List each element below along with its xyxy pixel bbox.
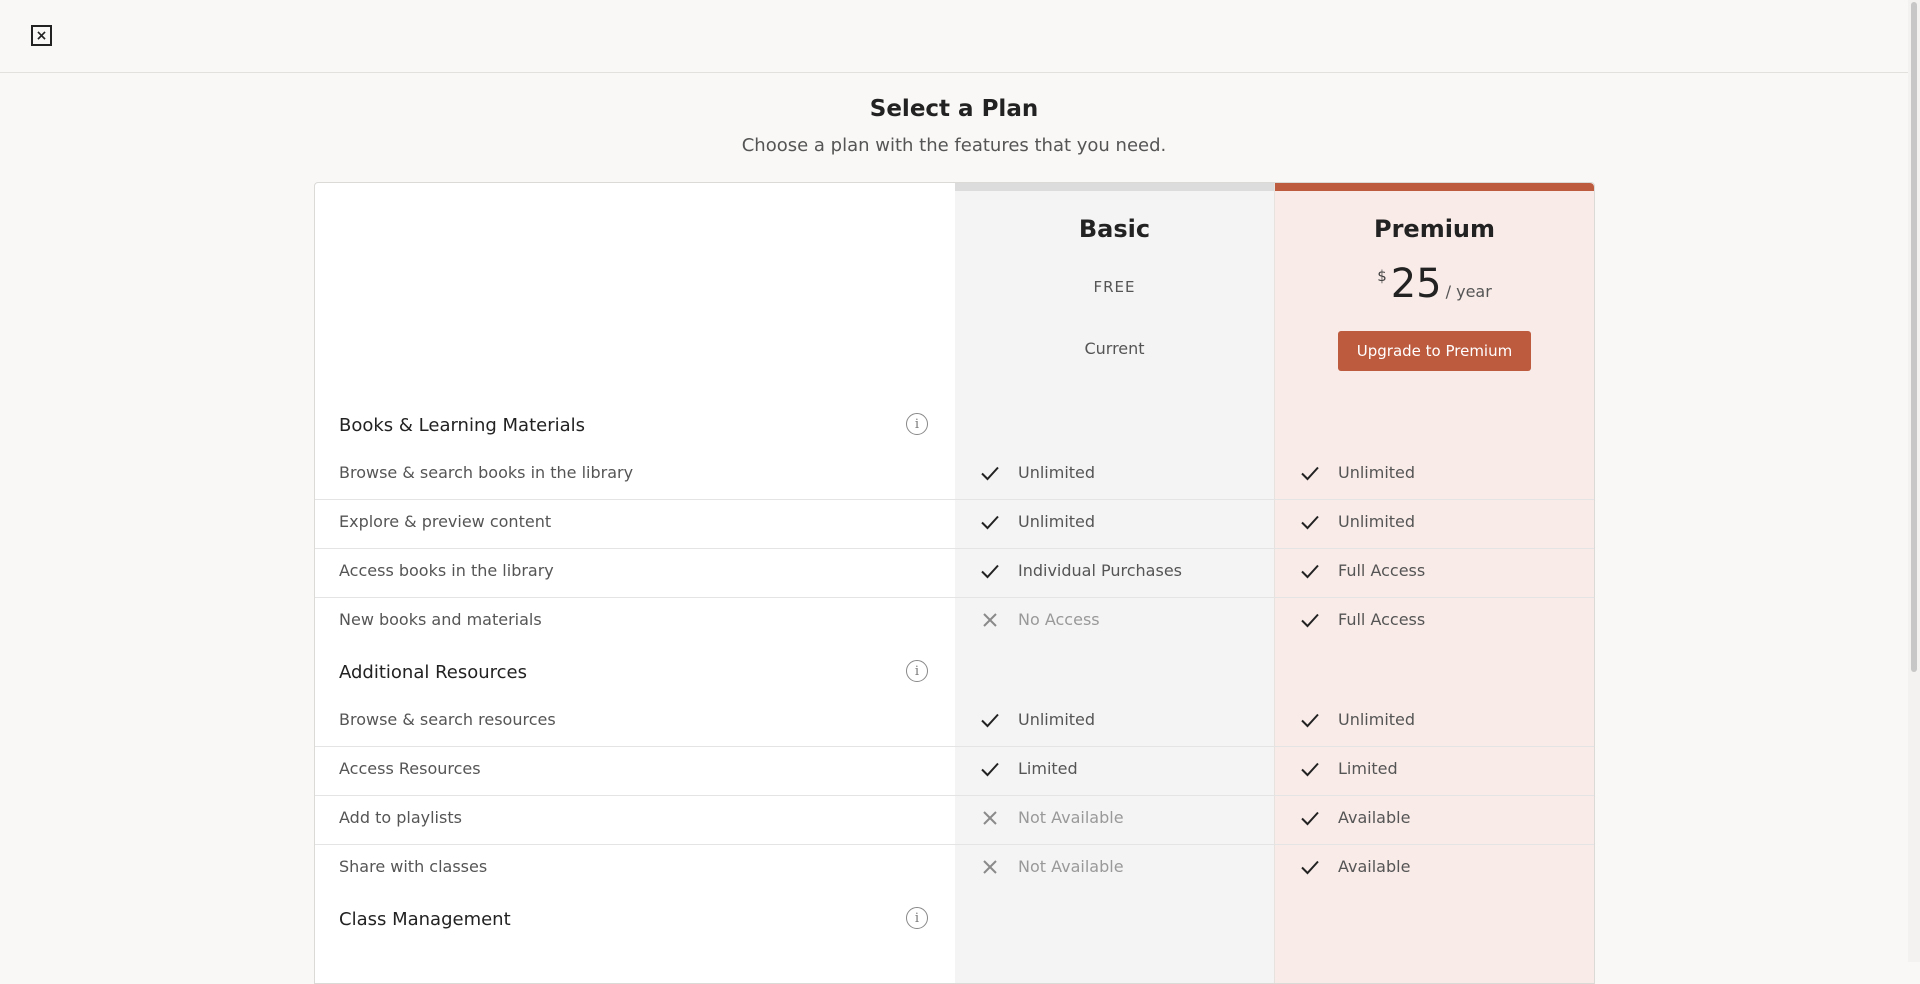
- feature-label: Access books in the library: [339, 561, 554, 580]
- premium-feature-cell: Full Access: [1275, 597, 1594, 646]
- price-amount: 25: [1390, 261, 1442, 307]
- basic-feature-cell: Not Available: [955, 795, 1274, 844]
- x-icon: [983, 811, 997, 825]
- basic-plan-price: FREE: [1093, 278, 1136, 296]
- basic-feature-value: No Access: [1018, 610, 1100, 629]
- feature-label: New books and materials: [339, 610, 542, 629]
- premium-feature-value: Limited: [1338, 759, 1398, 778]
- feature-row: Access books in the library Individual Pu…: [315, 548, 1594, 598]
- basic-feature-value: Limited: [1018, 759, 1078, 778]
- premium-feature-value: Unlimited: [1338, 710, 1416, 729]
- feature-row: Add to playlists Not Available Available: [315, 795, 1594, 845]
- basic-feature-cell: No Access: [955, 597, 1274, 646]
- info-icon[interactable]: i: [906, 660, 928, 682]
- check-icon: [1301, 762, 1319, 777]
- basic-feature-value: Individual Purchases: [1018, 561, 1182, 580]
- info-icon[interactable]: i: [906, 413, 928, 435]
- x-icon: [983, 613, 997, 627]
- close-icon: ×: [35, 27, 48, 44]
- price-currency: $: [1377, 267, 1387, 285]
- basic-feature-value: Unlimited: [1018, 710, 1096, 729]
- feature-row: Explore & preview content Unlimited Unlimi…: [315, 499, 1594, 549]
- premium-plan-accent-bar: [1275, 183, 1594, 191]
- basic-plan-status: Current: [1084, 339, 1145, 358]
- feature-row: New books and materials No Access Full Acc…: [315, 597, 1594, 646]
- feature-label: Browse & search resources: [339, 710, 556, 729]
- basic-feature-value: Unlimited: [1018, 463, 1096, 482]
- info-icon[interactable]: i: [906, 907, 928, 929]
- check-icon: [1301, 466, 1319, 481]
- top-bar: ×: [0, 0, 1908, 73]
- basic-feature-cell: Limited: [955, 746, 1274, 795]
- upgrade-to-premium-button[interactable]: Upgrade to Premium: [1338, 331, 1531, 371]
- premium-feature-value: Available: [1338, 857, 1411, 876]
- basic-feature-cell: Unlimited: [955, 450, 1274, 499]
- premium-feature-value: Unlimited: [1338, 463, 1416, 482]
- premium-feature-cell: Full Access: [1275, 548, 1594, 597]
- check-icon: [1301, 713, 1319, 728]
- section-title: Books & Learning Materials: [339, 415, 586, 436]
- premium-feature-value: Available: [1338, 808, 1411, 827]
- premium-feature-value: Unlimited: [1338, 512, 1416, 531]
- page-title: Select a Plan: [869, 96, 1039, 122]
- premium-feature-cell: Unlimited: [1275, 499, 1594, 548]
- feature-label: Browse & search books in the library: [339, 463, 634, 482]
- section-title: Additional Resources: [339, 662, 528, 683]
- basic-plan-accent-bar: [955, 183, 1274, 191]
- basic-feature-cell: Not Available: [955, 844, 1274, 893]
- premium-feature-cell: Unlimited: [1275, 697, 1594, 746]
- premium-plan-name: Premium: [1373, 215, 1496, 243]
- premium-feature-value: Full Access: [1338, 610, 1426, 629]
- basic-feature-cell: Individual Purchases: [955, 548, 1274, 597]
- basic-feature-cell: Unlimited: [955, 499, 1274, 548]
- premium-feature-cell: Limited: [1275, 746, 1594, 795]
- basic-plan-name: Basic: [1078, 215, 1151, 243]
- premium-feature-cell: Available: [1275, 844, 1594, 893]
- feature-row: Browse & search books in the library Unli…: [315, 450, 1594, 500]
- feature-row: Browse & search resources Unlimited Unlimi…: [315, 697, 1594, 747]
- feature-row: Share with classes Not Available Available: [315, 844, 1594, 893]
- check-icon: [1301, 564, 1319, 579]
- premium-feature-cell: Unlimited: [1275, 450, 1594, 499]
- check-icon: [981, 713, 999, 728]
- close-button[interactable]: ×: [31, 25, 52, 46]
- feature-label: Explore & preview content: [339, 512, 552, 531]
- check-icon: [1301, 515, 1319, 530]
- basic-feature-value: Not Available: [1018, 857, 1124, 876]
- check-icon: [1301, 811, 1319, 826]
- x-icon: [983, 860, 997, 874]
- scrollbar[interactable]: [1908, 0, 1920, 962]
- page-subtitle: Choose a plan with the features that you…: [741, 135, 1167, 156]
- price-period: / year: [1445, 282, 1492, 301]
- check-icon: [981, 515, 999, 530]
- check-icon: [981, 466, 999, 481]
- plan-comparison-table: Basic FREE Current Premium $25/ year Upg…: [314, 182, 1595, 984]
- feature-label: Share with classes: [339, 857, 488, 876]
- check-icon: [981, 564, 999, 579]
- basic-feature-value: Unlimited: [1018, 512, 1096, 531]
- premium-plan-price: $25/ year: [1275, 261, 1594, 307]
- feature-row: Access Resources Limited Limited: [315, 746, 1594, 796]
- premium-feature-cell: Available: [1275, 795, 1594, 844]
- basic-feature-value: Not Available: [1018, 808, 1124, 827]
- check-icon: [1301, 613, 1319, 628]
- premium-feature-value: Full Access: [1338, 561, 1426, 580]
- scrollbar-thumb[interactable]: [1911, 2, 1917, 672]
- section-title: Class Management: [339, 909, 511, 930]
- check-icon: [1301, 860, 1319, 875]
- feature-label: Access Resources: [339, 759, 481, 778]
- feature-label: Add to playlists: [339, 808, 462, 827]
- check-icon: [981, 762, 999, 777]
- basic-feature-cell: Unlimited: [955, 697, 1274, 746]
